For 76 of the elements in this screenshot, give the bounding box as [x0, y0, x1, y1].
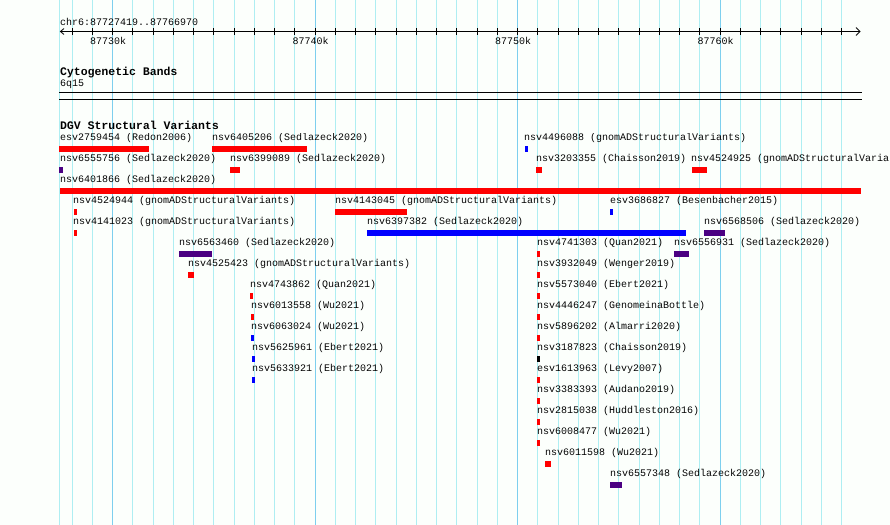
feature-bar[interactable] — [537, 293, 540, 299]
feature-bar[interactable] — [251, 314, 254, 320]
coordinate-range: chr6:87727419..87766970 — [60, 18, 198, 29]
tick-label: 87750k — [495, 37, 531, 48]
feature-label: nsv6008477 (Wu2021) — [537, 427, 652, 439]
feature-label: nsv3203355 (Chaisson2019) — [536, 154, 686, 166]
feature-bar[interactable] — [692, 167, 707, 173]
feature-bar[interactable] — [537, 440, 540, 446]
feature-label: nsv4446247 (GenomeinaBottle) — [537, 301, 706, 313]
feature-bar[interactable] — [179, 251, 212, 257]
feature-label: nsv5573040 (Ebert2021) — [537, 280, 670, 292]
feature-bar[interactable] — [59, 167, 63, 173]
track-title: Cytogenetic Bands — [60, 67, 178, 79]
feature-label: nsv5625961 (Ebert2021) — [252, 343, 384, 355]
tick-label: 87760k — [698, 37, 734, 48]
tick-label: 87730k — [90, 37, 126, 48]
feature-label: nsv6568506 (Sedlazeck2020) — [704, 217, 860, 229]
feature-bar[interactable] — [537, 356, 540, 362]
feature-bar[interactable] — [60, 188, 861, 194]
feature-label: nsv6397382 (Sedlazeck2020) — [367, 217, 524, 229]
feature-bar[interactable] — [335, 209, 407, 215]
feature-bar[interactable] — [250, 293, 253, 299]
feature-label: nsv6555756 (Sedlazeck2020) — [60, 154, 216, 166]
feature-label: nsv3187823 (Chaisson2019) — [537, 343, 688, 355]
feature-label: nsv6563460 (Sedlazeck2020) — [179, 238, 336, 250]
feature-bar[interactable] — [536, 167, 542, 173]
feature-label: nsv6557348 (Sedlazeck2020) — [610, 469, 766, 481]
feature-bar[interactable] — [537, 419, 540, 425]
feature-label: nsv4741303 (Quan2021) — [537, 238, 664, 250]
feature-bar[interactable] — [537, 398, 540, 404]
feature-label: esv1613963 (Levy2007) — [537, 364, 664, 376]
band-label: 6q15 — [60, 79, 84, 91]
feature-bar[interactable] — [537, 251, 540, 257]
feature-bar[interactable] — [252, 377, 255, 383]
feature-bar[interactable] — [704, 230, 725, 236]
feature-bar[interactable] — [74, 209, 77, 215]
feature-label: esv2759454 (Redon2006) — [60, 133, 192, 145]
feature-bar[interactable] — [610, 209, 613, 215]
feature-bar[interactable] — [367, 230, 686, 236]
tick-label: 87740k — [292, 37, 328, 48]
feature-label: nsv6013558 (Wu2021) — [251, 301, 366, 313]
feature-label: nsv5633921 (Ebert2021) — [252, 364, 384, 376]
feature-label: nsv4143045 (gnomADStructuralVariants) — [335, 196, 558, 208]
feature-bar[interactable] — [545, 461, 551, 467]
feature-bar[interactable] — [537, 335, 540, 341]
feature-label: nsv6556931 (Sedlazeck2020) — [674, 238, 830, 250]
feature-label: nsv6405206 (Sedlazeck2020) — [212, 133, 368, 145]
feature-bar[interactable] — [537, 314, 540, 320]
feature-label: nsv3383393 (Audano2019) — [537, 385, 676, 397]
feature-label: nsv4743862 (Quan2021) — [250, 280, 376, 292]
track-title: DGV Structural Variants — [60, 121, 219, 133]
feature-label: nsv6399089 (Sedlazeck2020) — [230, 154, 386, 166]
feature-bar[interactable] — [212, 146, 307, 152]
feature-label: nsv3932049 (Wenger2019) — [537, 259, 676, 271]
feature-label: nsv6063024 (Wu2021) — [251, 322, 366, 334]
feature-bar[interactable] — [537, 377, 540, 383]
feature-bar[interactable] — [74, 230, 77, 236]
feature-bar[interactable] — [610, 482, 622, 488]
feature-label: nsv6011598 (Wu2021) — [545, 448, 660, 460]
feature-label: nsv4524925 (gnomADStructuralVaria — [691, 154, 890, 166]
feature-bar[interactable] — [230, 167, 240, 173]
feature-label: nsv2815038 (Huddleston2016) — [537, 406, 700, 418]
feature-bar[interactable] — [59, 146, 149, 152]
feature-label: esv3686827 (Besenbacher2015) — [610, 196, 778, 208]
feature-label: nsv6401866 (Sedlazeck2020) — [60, 175, 216, 187]
feature-bar[interactable] — [251, 335, 254, 341]
feature-label: nsv4524944 (gnomADStructuralVariants) — [73, 196, 296, 208]
feature-label: nsv4525423 (gnomADStructuralVariants) — [188, 259, 410, 271]
feature-label: nsv4141023 (gnomADStructuralVariants) — [73, 217, 296, 229]
feature-label: nsv4496088 (gnomADStructuralVariants) — [524, 133, 746, 145]
feature-bar[interactable] — [674, 251, 689, 257]
feature-bar[interactable] — [537, 272, 540, 278]
feature-bar[interactable] — [188, 272, 194, 278]
feature-label: nsv5896202 (Almarri2020) — [537, 322, 682, 334]
feature-bar[interactable] — [525, 146, 528, 152]
feature-bar[interactable] — [252, 356, 255, 362]
